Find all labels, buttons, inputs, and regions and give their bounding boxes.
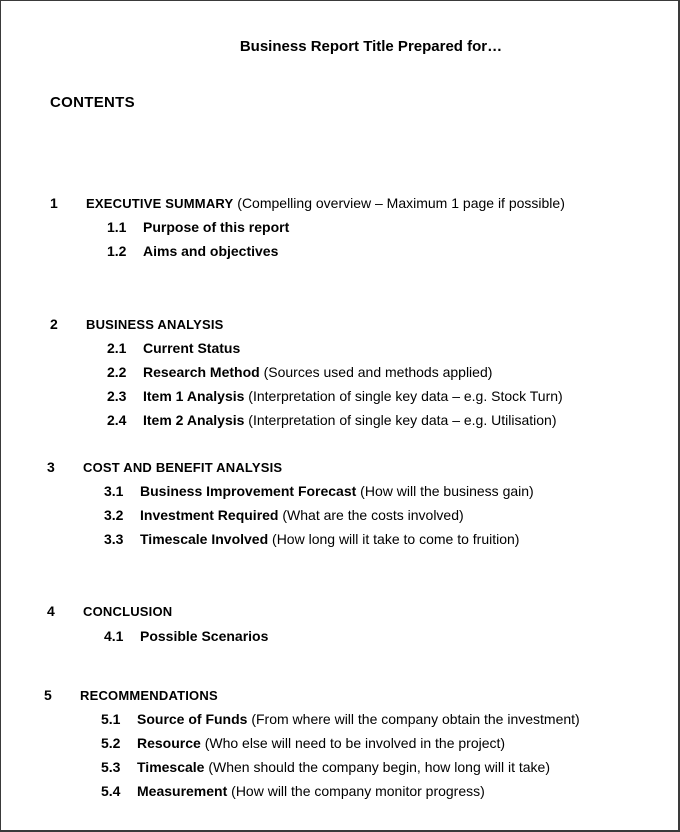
- contents-heading: CONTENTS: [50, 94, 135, 111]
- section-number: 3: [47, 459, 55, 475]
- item-number: 4.1: [104, 628, 124, 644]
- item-title: Item 2 Analysis: [143, 412, 245, 428]
- item-title: Purpose of this report: [143, 219, 290, 235]
- item-title: Item 1 Analysis: [143, 388, 245, 404]
- item-text: Current Status: [143, 339, 240, 357]
- section-title: CONCLUSION: [83, 604, 173, 619]
- item-title: Source of Funds: [137, 711, 248, 727]
- item-note: (How will the business gain): [356, 483, 534, 499]
- item-title: Research Method: [143, 364, 260, 380]
- section-title: EXECUTIVE SUMMARY: [86, 196, 234, 211]
- item-title: Resource: [137, 735, 201, 751]
- item-text: Business Improvement Forecast (How will …: [140, 482, 534, 500]
- item-text: Research Method (Sources used and method…: [143, 363, 492, 381]
- section-number: 1: [50, 195, 58, 211]
- item-note: (Who else will need to be involved in th…: [200, 735, 506, 751]
- item-number: 2.2: [107, 364, 127, 380]
- section-number: 5: [44, 687, 52, 703]
- item-text: Timescale Involved (How long will it tak…: [140, 530, 519, 548]
- section-title: COST AND BENEFIT ANALYSIS: [83, 460, 283, 475]
- item-note: (Interpretation of single key data – e.g…: [244, 388, 563, 404]
- item-text: Aims and objectives: [143, 242, 278, 260]
- section-text: BUSINESS ANALYSIS: [86, 315, 224, 334]
- item-number: 1.2: [107, 243, 127, 259]
- item-note: (When should the company begin, how long…: [204, 759, 550, 775]
- item-title: Investment Required: [140, 507, 279, 523]
- item-number: 2.3: [107, 388, 127, 404]
- document-page: Business Report Title Prepared for… CONT…: [0, 0, 680, 832]
- item-number: 5.1: [101, 711, 121, 727]
- item-number: 5.2: [101, 735, 121, 751]
- section-text: COST AND BENEFIT ANALYSIS: [83, 458, 282, 477]
- section-note: (Compelling overview – Maximum 1 page if…: [233, 195, 565, 211]
- section-title: BUSINESS ANALYSIS: [86, 317, 224, 332]
- item-text: Measurement (How will the company monito…: [137, 782, 485, 800]
- item-note: (Sources used and methods applied): [259, 364, 493, 380]
- item-number: 3.2: [104, 507, 124, 523]
- item-number: 2.4: [107, 412, 127, 428]
- item-title: Measurement: [137, 783, 228, 799]
- item-number: 3.3: [104, 531, 124, 547]
- item-text: Resource (Who else will need to be invol…: [137, 734, 505, 752]
- item-text: Investment Required (What are the costs …: [140, 506, 464, 524]
- section-text: EXECUTIVE SUMMARY (Compelling overview –…: [86, 194, 565, 213]
- item-number: 5.4: [101, 783, 121, 799]
- item-note: (How long will it take to come to fruiti…: [268, 531, 520, 547]
- item-title: Current Status: [143, 340, 241, 356]
- item-title: Possible Scenarios: [140, 628, 269, 644]
- item-text: Timescale (When should the company begin…: [137, 758, 550, 776]
- section-number: 2: [50, 316, 58, 332]
- item-title: Timescale: [137, 759, 205, 775]
- item-text: Item 2 Analysis (Interpretation of singl…: [143, 411, 556, 429]
- item-number: 2.1: [107, 340, 127, 356]
- item-text: Possible Scenarios: [140, 627, 268, 645]
- item-title: Business Improvement Forecast: [140, 483, 357, 499]
- section-text: RECOMMENDATIONS: [80, 686, 218, 705]
- item-note: (What are the costs involved): [278, 507, 464, 523]
- item-note: (How will the company monitor progress): [227, 783, 485, 799]
- item-text: Purpose of this report: [143, 218, 289, 236]
- document-title: Business Report Title Prepared for…: [239, 38, 503, 55]
- section-text: CONCLUSION: [83, 602, 172, 621]
- item-note: (Interpretation of single key data – e.g…: [244, 412, 557, 428]
- item-number: 3.1: [104, 483, 124, 499]
- item-number: 1.1: [107, 219, 127, 235]
- item-title: Timescale Involved: [140, 531, 269, 547]
- item-text: Source of Funds (From where will the com…: [137, 710, 580, 728]
- section-number: 4: [47, 603, 55, 619]
- item-text: Item 1 Analysis (Interpretation of singl…: [143, 387, 563, 405]
- item-note: (From where will the company obtain the …: [247, 711, 580, 727]
- item-title: Aims and objectives: [143, 243, 279, 259]
- section-title: RECOMMENDATIONS: [80, 688, 218, 703]
- item-number: 5.3: [101, 759, 121, 775]
